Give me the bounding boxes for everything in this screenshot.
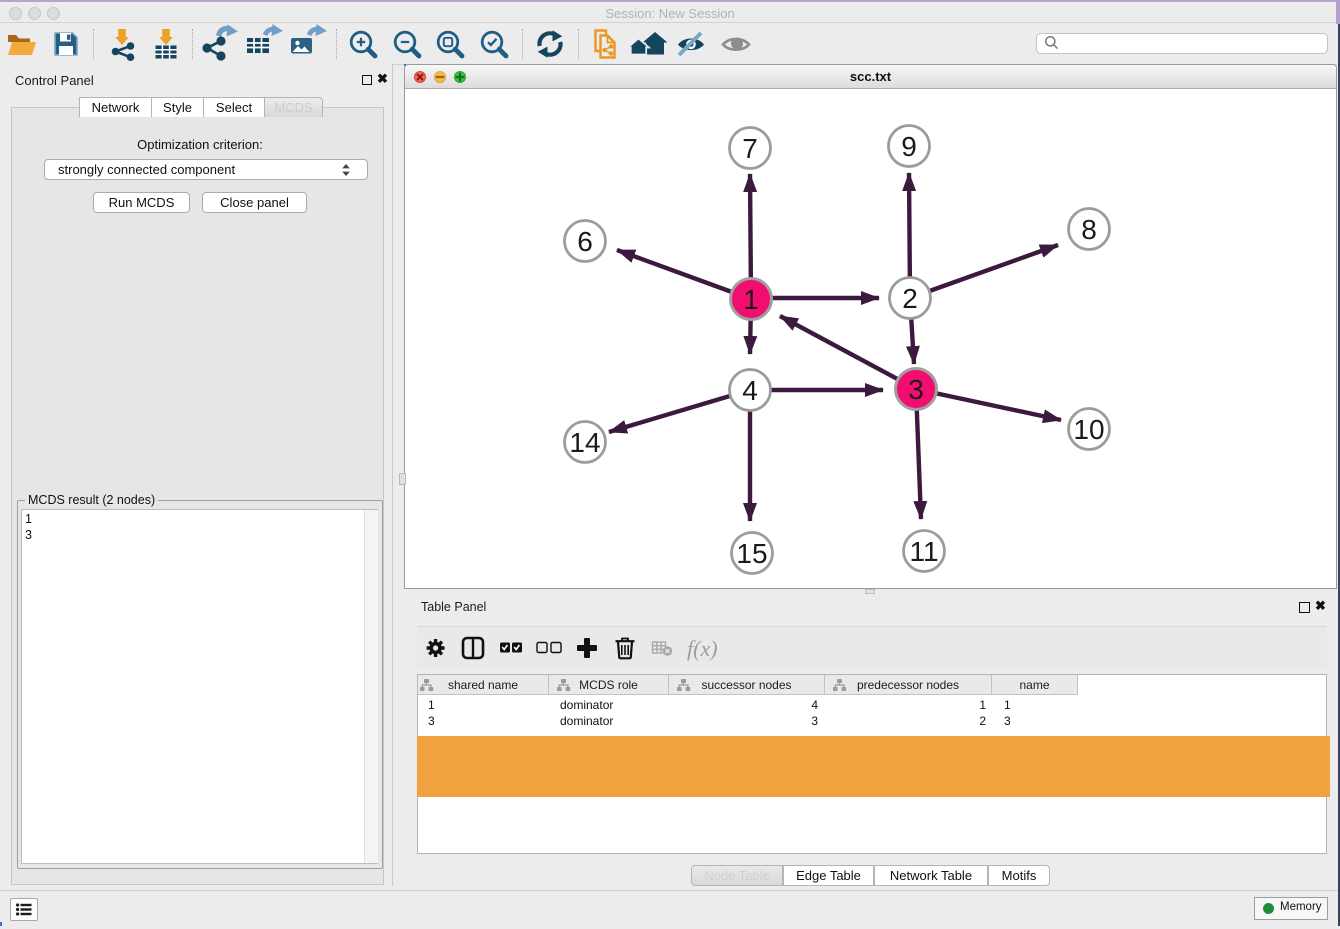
svg-text:6: 6: [577, 226, 593, 257]
svg-text:4: 4: [742, 375, 758, 406]
svg-text:f(x): f(x): [687, 636, 718, 661]
svg-text:11: 11: [909, 536, 938, 567]
svg-text:10: 10: [1073, 414, 1104, 445]
svg-text:2: 2: [902, 283, 918, 314]
svg-text:8: 8: [1081, 214, 1097, 245]
svg-text:7: 7: [742, 133, 758, 164]
svg-text:9: 9: [901, 131, 917, 162]
svg-text:3: 3: [908, 374, 924, 405]
svg-text:1: 1: [743, 284, 759, 315]
svg-text:15: 15: [736, 538, 767, 569]
svg-text:14: 14: [569, 427, 600, 458]
